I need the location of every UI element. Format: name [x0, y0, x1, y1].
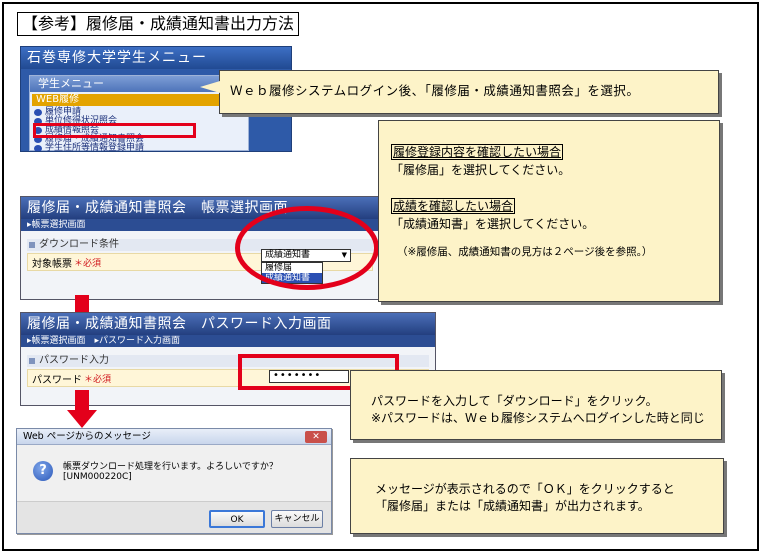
menu-item-label: 学生住所等情報登録申請 [45, 143, 145, 152]
ok-button[interactable]: OK [209, 510, 265, 528]
menu-item-highlight [33, 123, 196, 138]
password-screen-title: 履修届・成績通知書照会 パスワード入力画面 [21, 313, 435, 335]
dialog-message: 帳票ダウンロード処理を行います。よろしいですか？[UNM000220C] [63, 462, 278, 482]
confirm-dialog: Web ページからのメッセージ ✕ ? 帳票ダウンロード処理を行います。よろしい… [16, 428, 332, 534]
callout-message: メッセージが表示されるので「ＯＫ」をクリックすると 「履修届」または「成績通知書… [350, 458, 724, 534]
callout-password-line2: ※パスワードは、Ｗｅｂ履修システムへログインした時と同じ [371, 411, 705, 425]
callout-select-body-rishu: 「履修届」を選択してください。 [391, 163, 571, 177]
down-arrow-icon [67, 390, 97, 430]
close-icon[interactable]: ✕ [305, 431, 327, 443]
target-form-label: 対象帳票 [32, 258, 72, 270]
callout-tail [200, 81, 220, 93]
web-rishu-section-label: WEB履修 [32, 94, 246, 106]
dialog-title: Web ページからのメッセージ [23, 431, 151, 442]
callout-login-text: Ｗｅｂ履修システムログイン後、「履修届・成績通知書照会」を選択。 [230, 83, 640, 98]
bullet-icon [34, 109, 42, 116]
cancel-button[interactable]: キャンセル [271, 510, 323, 528]
password-label: パスワード [32, 374, 82, 386]
callout-select-body-seiseki: 「成績通知書」を選択してください。 [391, 217, 595, 231]
question-icon: ? [33, 460, 53, 481]
menu-item-jusho-toroku[interactable]: 学生住所等情報登録申請 [30, 143, 248, 152]
dialog-title-bar: Web ページからのメッセージ ✕ [17, 429, 331, 445]
bullet-icon [34, 145, 42, 151]
callout-select: 履修登録内容を確認したい場合 「履修届」を選択してください。 成績を確認したい場… [378, 120, 720, 302]
callout-select-heading-rishu: 履修登録内容を確認したい場合 [391, 144, 564, 160]
breadcrumb: ▸帳票選択画面 ▸パスワード入力画面 [21, 335, 435, 347]
required-badge: ＊必須 [84, 374, 112, 385]
callout-login: Ｗｅｂ履修システムログイン後、「履修届・成績通知書照会」を選択。 [200, 70, 719, 114]
callout-password-line1: パスワードを入力して「ダウンロード」をクリック。 [371, 394, 658, 408]
dialog-body: ? 帳票ダウンロード処理を行います。よろしいですか？[UNM000220C] [17, 445, 331, 482]
callout-message-line2: 「履修届」または「成績通知書」が出力されます。 [375, 499, 650, 513]
dropdown-highlight-circle [235, 206, 379, 290]
callout-message-line1: メッセージが表示されるので「ＯＫ」をクリックすると [375, 482, 675, 496]
callout-password: パスワードを入力して「ダウンロード」をクリック。 ※パスワードは、Ｗｅｂ履修シス… [350, 370, 722, 440]
callout-select-heading-seiseki: 成績を確認したい場合 [391, 198, 516, 214]
dialog-footer: OK キャンセル [17, 501, 331, 533]
callout-select-note: （※履修届、成績通知書の見方は２ページ後を参照。） [397, 246, 653, 258]
page-title: 【参考】履修届・成績通知書出力方法 [17, 12, 300, 36]
student-menu-title: 石巻専修大学学生メニュー [21, 47, 291, 69]
required-badge: ＊必須 [74, 258, 102, 269]
